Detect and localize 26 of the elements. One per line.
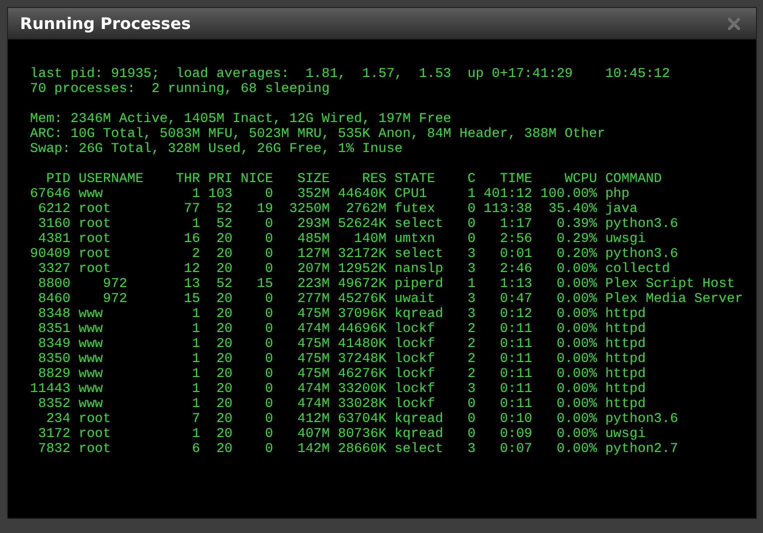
summary-line: last pid: 91935; load averages: 1.81, 1.57, 1.53 up 0+17:41:29 10:45:12 (30, 67, 670, 82)
process-row-text: 7832 root 6 20 0 142M 28660K select 3 0:07 0.00% python2.7 (37, 442, 678, 457)
close-icon[interactable] (728, 18, 740, 30)
process-row-text: 8351 www 1 20 0 474M 44696K lockf 2 0:11 0.00% httpd (37, 322, 646, 337)
process-row-text: 8829 www 1 20 0 475M 46276K lockf 2 0:11 0.00% httpd (37, 367, 646, 382)
process-row-text: 8352 www 1 20 0 474M 33028K lockf 0 0:11 0.00% httpd (37, 397, 646, 412)
process-row: 11443 www 1 20 0 474M 33200K lockf 3 0:11 0.00% httpd (30, 382, 646, 397)
process-row-text: 6212 root 77 52 19 3250M 2762M futex 0 113:38 35.40% java (37, 202, 638, 217)
process-row-text: 8460 972 15 20 0 277M 45276K uwait 3 0:47 0.00% Plex Media Server (37, 292, 743, 307)
process-row-text: 3172 root 1 20 0 407M 80736K kqread 0 0:09 0.00% uwsgi (37, 427, 646, 442)
process-row-text: 234 root 7 20 0 412M 63704K kqread 0 0:10 0.00% python3.6 (45, 412, 678, 427)
process-row-text: 8350 www 1 20 0 475M 37248K lockf 2 0:11 0.00% httpd (37, 352, 646, 367)
process-row-text: 8800 972 13 52 15 223M 49672K piperd 1 1:13 0.00% Plex Script Host (37, 277, 735, 292)
process-row-text: 8348 www 1 20 0 475M 37096K kqread 3 0:12 0.00% httpd (37, 307, 646, 322)
process-row-text: 8349 www 1 20 0 475M 41480K lockf 2 0:11 0.00% httpd (37, 337, 646, 352)
memory-line: ARC: 10G Total, 5083M MFU, 5023M MRU, 535K Anon, 84M Header, 388M Other (30, 127, 606, 142)
process-row-text: 3160 root 1 52 0 293M 52624K select 0 1:17 0.39% python3.6 (37, 217, 678, 232)
process-row-text: 3327 root 12 20 0 207M 12952K nanslp 3 2:46 0.00% collectd (37, 262, 670, 277)
process-row: 67646 www 1 103 0 352M 44640K CPU1 1 401:12 100.00% php (30, 187, 630, 202)
summary-line: 70 processes: 2 running, 68 sleeping (30, 82, 330, 97)
process-row: 90409 root 2 20 0 127M 32172K select 3 0:01 0.20% python3.6 (30, 247, 678, 262)
column-header-line: PID USERNAME THR PRI NICE SIZE RES STATE C TIME WCPU COMMAND (45, 172, 662, 187)
memory-line: Mem: 2346M Active, 1405M Inact, 12G Wired, 197M Free (30, 112, 452, 127)
process-row-text: 4381 root 16 20 0 485M 140M umtxn 0 2:56 0.29% uwsgi (37, 232, 646, 247)
window-title: Running Processes (20, 14, 191, 33)
memory-line: Swap: 26G Total, 328M Used, 26G Free, 1% Inuse (30, 142, 403, 157)
